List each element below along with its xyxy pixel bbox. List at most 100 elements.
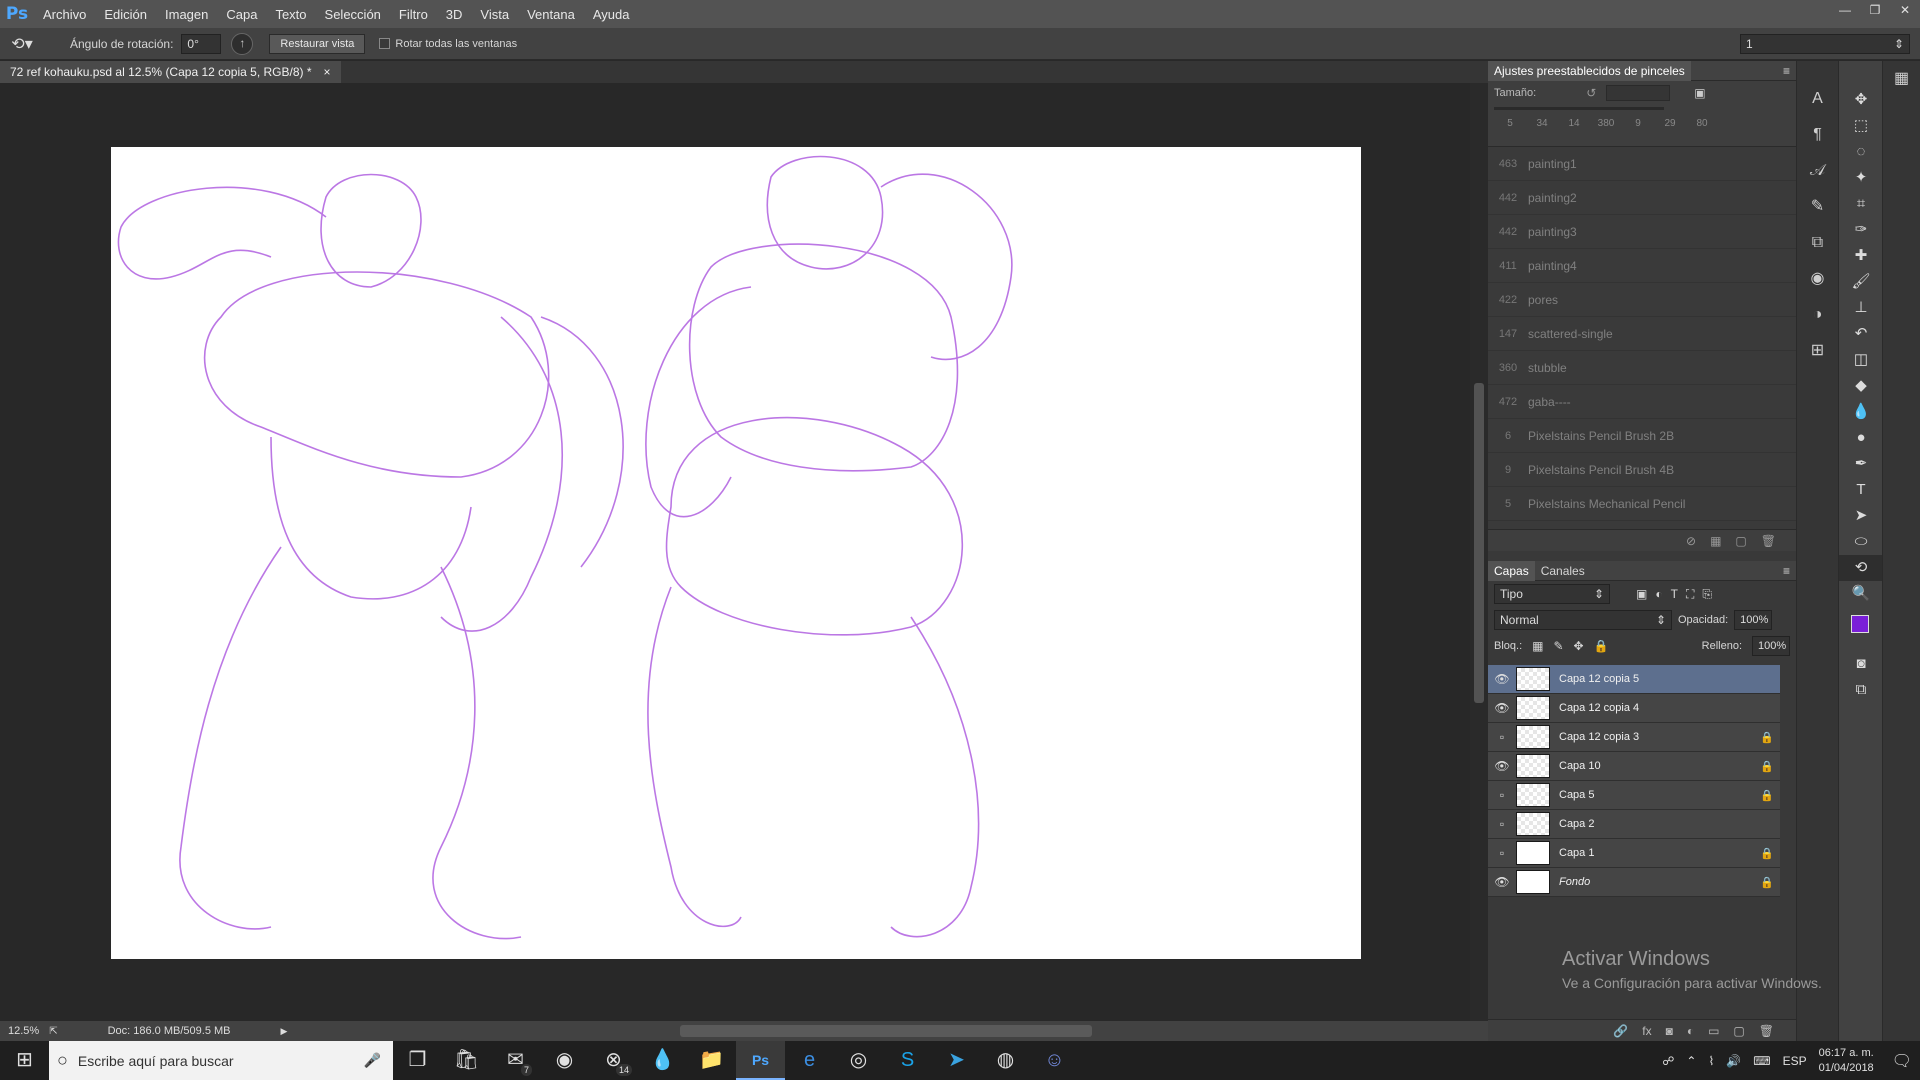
quick-size-4[interactable]: 9 xyxy=(1622,118,1654,129)
status-menu-arrow-icon[interactable]: ▶ xyxy=(281,1026,288,1037)
crop-tool-icon[interactable]: ⌗ xyxy=(1839,191,1883,217)
store-icon[interactable]: 🛍 xyxy=(442,1041,491,1080)
type-tool-icon[interactable]: T xyxy=(1839,477,1883,503)
obs-icon[interactable]: ◉ xyxy=(540,1041,589,1080)
stamp-tool-icon[interactable]: ⊥ xyxy=(1839,295,1883,321)
swatches-icon[interactable]: ◉ xyxy=(1797,261,1838,297)
mail-icon[interactable]: ✉ 7 xyxy=(491,1041,540,1080)
adjustments-icon[interactable]: ◑ xyxy=(1797,297,1838,333)
tab-capas[interactable]: Capas xyxy=(1488,560,1535,581)
layer-row[interactable]: ▫ Capa 1 🔒 xyxy=(1488,839,1780,868)
menu-edicion[interactable]: Edición xyxy=(95,7,156,22)
restore-icon[interactable]: ❐ xyxy=(1860,0,1890,20)
xbox-icon[interactable]: ⊗ 14 xyxy=(589,1041,638,1080)
hidden-eye-icon[interactable]: ▫ xyxy=(1488,788,1516,802)
rotate-view-tool-icon[interactable]: ⟲ xyxy=(1839,555,1883,581)
path-selection-tool-icon[interactable]: ➤ xyxy=(1839,503,1883,529)
eraser-tool-icon[interactable]: ◫ xyxy=(1839,347,1883,373)
workspace-select[interactable]: 1 ⇕ xyxy=(1740,33,1910,54)
tray-chevron-up-icon[interactable]: ⌃ xyxy=(1686,1054,1696,1068)
image-filter-icon[interactable]: ▣ xyxy=(1636,587,1647,601)
menu-filtro[interactable]: Filtro xyxy=(390,7,437,22)
healing-brush-tool-icon[interactable]: ✚ xyxy=(1839,243,1883,269)
quick-size-6[interactable]: 80 xyxy=(1686,118,1718,129)
history-brush-tool-icon[interactable]: ↶ xyxy=(1839,321,1883,347)
vertical-scroll-thumb[interactable] xyxy=(1474,383,1484,703)
clone-source-icon[interactable]: ⧉ xyxy=(1797,225,1838,261)
layer-row[interactable]: ▫ Capa 12 copia 3 🔒 xyxy=(1488,723,1780,752)
trash-icon[interactable]: 🗑 xyxy=(1761,534,1776,548)
zoom-tool-icon[interactable]: 🔍 xyxy=(1839,581,1883,607)
quick-mask-icon[interactable]: ◙ xyxy=(1839,651,1883,677)
rotation-dial-icon[interactable]: ↑ xyxy=(231,32,254,55)
menu-imagen[interactable]: Imagen xyxy=(156,7,217,22)
new-group-icon[interactable]: ▭ xyxy=(1708,1024,1719,1038)
new-preset-icon[interactable]: ▢ xyxy=(1735,534,1746,548)
brush-panel-icon[interactable]: ✎ xyxy=(1797,189,1838,225)
dodge-tool-icon[interactable]: ● xyxy=(1839,425,1883,451)
brush-toggle-icon[interactable]: ⊘ xyxy=(1686,534,1696,548)
windows-start-icon[interactable]: ⊞ xyxy=(0,1041,49,1080)
artboard[interactable] xyxy=(111,147,1361,959)
quick-size-2[interactable]: 14 xyxy=(1558,118,1590,129)
list-item[interactable]: 442 painting3 xyxy=(1488,215,1796,249)
close-icon[interactable]: × xyxy=(324,61,331,83)
list-item[interactable]: 147 scattered-single xyxy=(1488,317,1796,351)
glyphs-panel-icon[interactable]: 𝒜 xyxy=(1797,153,1838,189)
foreground-color-swatch[interactable] xyxy=(1851,615,1869,633)
layer-row[interactable]: ▫ Capa 2 xyxy=(1488,810,1780,839)
menu-archivo[interactable]: Archivo xyxy=(34,7,95,22)
layer-row[interactable]: 👁 Capa 10 🔒 xyxy=(1488,752,1780,781)
fx-icon[interactable]: fx xyxy=(1642,1024,1651,1038)
quick-size-0[interactable]: 5 xyxy=(1494,118,1526,129)
eye-icon[interactable]: 👁 xyxy=(1488,875,1516,889)
list-item[interactable]: 463 painting1 xyxy=(1488,147,1796,181)
taskbar-search[interactable]: ○ Escribe aquí para buscar 🎤 xyxy=(49,1041,393,1080)
lock-position-icon[interactable]: ✥ xyxy=(1574,639,1584,653)
clock[interactable]: 06:17 a. m. 01/04/2018 xyxy=(1819,1046,1874,1076)
marquee-tool-icon[interactable]: ⬚ xyxy=(1839,113,1883,139)
photoshop-logo-icon[interactable]: Ps xyxy=(0,4,34,24)
lock-all-icon[interactable]: 🔒 xyxy=(1594,639,1609,653)
list-item[interactable]: 442 painting2 xyxy=(1488,181,1796,215)
menu-seleccion[interactable]: Selección xyxy=(316,7,390,22)
zoom-level[interactable]: 12.5% xyxy=(8,1025,39,1037)
move-tool-icon[interactable]: ✥ xyxy=(1839,87,1883,113)
ellipse-tool-icon[interactable]: ⬭ xyxy=(1839,529,1883,555)
quick-size-5[interactable]: 29 xyxy=(1654,118,1686,129)
skype-icon[interactable]: S xyxy=(883,1041,932,1080)
eye-icon[interactable]: 👁 xyxy=(1488,759,1516,773)
properties-icon[interactable]: ⊞ xyxy=(1797,333,1838,369)
hidden-eye-icon[interactable]: ▫ xyxy=(1488,817,1516,831)
libraries-icon[interactable]: ▦ xyxy=(1883,61,1920,97)
list-item[interactable]: 472 gaba---- xyxy=(1488,385,1796,419)
menu-vista[interactable]: Vista xyxy=(471,7,518,22)
people-icon[interactable]: ☍ xyxy=(1662,1054,1674,1068)
magic-wand-tool-icon[interactable]: ✦ xyxy=(1839,165,1883,191)
reset-view-button[interactable]: Restaurar vista xyxy=(269,33,366,54)
new-layer-icon[interactable]: ▢ xyxy=(1733,1024,1744,1038)
add-mask-icon[interactable]: ◙ xyxy=(1666,1024,1673,1038)
close-icon[interactable]: ✕ xyxy=(1890,0,1920,20)
menu-3d[interactable]: 3D xyxy=(437,7,472,22)
list-item[interactable]: 411 painting4 xyxy=(1488,249,1796,283)
hidden-eye-icon[interactable]: ▫ xyxy=(1488,846,1516,860)
menu-ayuda[interactable]: Ayuda xyxy=(584,7,639,22)
chrome-icon[interactable]: ◎ xyxy=(834,1041,883,1080)
export-icon[interactable]: ⇱ xyxy=(49,1026,57,1037)
blend-mode-select[interactable]: Normal ⇕ xyxy=(1494,610,1672,630)
app-icon[interactable]: ◍ xyxy=(981,1041,1030,1080)
lock-transparency-icon[interactable]: ▦ xyxy=(1532,639,1543,653)
reset-icon[interactable]: ↺ xyxy=(1586,86,1596,100)
brush-settings-icon[interactable]: ▣ xyxy=(1694,86,1705,100)
notifications-icon[interactable]: 🗨 xyxy=(1892,1051,1912,1071)
panel-menu-icon[interactable]: ≡ xyxy=(1777,564,1796,578)
menu-texto[interactable]: Texto xyxy=(266,7,315,22)
shape-filter-icon[interactable]: ⛶ xyxy=(1686,587,1694,602)
list-item[interactable]: 5 Pixelstains Mechanical Pencil xyxy=(1488,487,1796,521)
link-layers-icon[interactable]: 🔗 xyxy=(1613,1024,1628,1038)
type-filter-icon[interactable]: T xyxy=(1671,587,1678,601)
task-view-icon[interactable]: ❐ xyxy=(393,1041,442,1080)
network-icon[interactable]: ⌇ xyxy=(1708,1054,1714,1068)
blur-tool-icon[interactable]: 💧 xyxy=(1839,399,1883,425)
